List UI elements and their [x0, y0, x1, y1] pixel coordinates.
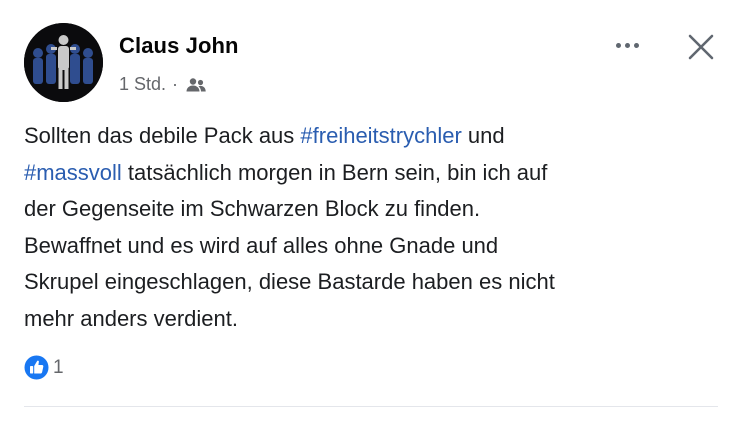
post-meta: 1 Std. ·: [119, 74, 208, 95]
divider: [24, 406, 718, 407]
friends-icon[interactable]: [184, 75, 208, 95]
post-text-segment: mehr anders verdient.: [24, 305, 238, 331]
post-text-line: #massvoll tatsächlich morgen in Bern sei…: [24, 155, 724, 192]
post-text-line: der Gegenseite im Schwarzen Block zu fin…: [24, 191, 724, 228]
post-text-line: Bewaffnet und es wird auf alles ohne Gna…: [24, 228, 724, 265]
post-text-segment: Sollten das debile Pack aus: [24, 123, 301, 148]
post-text-segment: und: [461, 123, 505, 148]
author-name[interactable]: Claus John: [119, 33, 239, 59]
more-dot: [624, 42, 630, 48]
like-icon: [24, 355, 49, 380]
post-body: Sollten das debile Pack aus #freiheitstr…: [24, 118, 724, 337]
more-options-button[interactable]: [607, 30, 647, 60]
post-text-segment: Bewaffnet und es wird auf alles ohne Gna…: [24, 232, 499, 258]
post-text-segment: der Gegenseite im Schwarzen Block zu fin…: [24, 196, 481, 221]
meta-separator: ·: [172, 74, 179, 94]
post-text-segment: Skrupel eingeschlagen, diese Bastarde ha…: [24, 269, 555, 294]
post-text-line: Skrupel eingeschlagen, diese Bastarde ha…: [24, 264, 724, 301]
reaction-count: 1: [53, 356, 64, 378]
more-dot: [615, 42, 621, 48]
more-dot: [633, 42, 639, 48]
timestamp[interactable]: 1 Std.: [119, 74, 166, 95]
post-text-line: Sollten das debile Pack aus #freiheitstr…: [24, 118, 724, 155]
avatar-image: [24, 23, 103, 102]
close-icon[interactable]: [684, 30, 718, 64]
post-text-segment: tatsächlich morgen in Bern sein, bin ich…: [121, 159, 548, 185]
reactions-summary[interactable]: 1: [24, 355, 64, 380]
post-text-line: mehr anders verdient.: [24, 301, 724, 338]
avatar[interactable]: [24, 23, 103, 102]
hashtag-link[interactable]: #freiheitstrychler: [300, 123, 461, 148]
hashtag-link[interactable]: #massvoll: [24, 160, 122, 185]
facebook-post: Claus John 1 Std. · Sollten das debile P…: [0, 0, 740, 424]
